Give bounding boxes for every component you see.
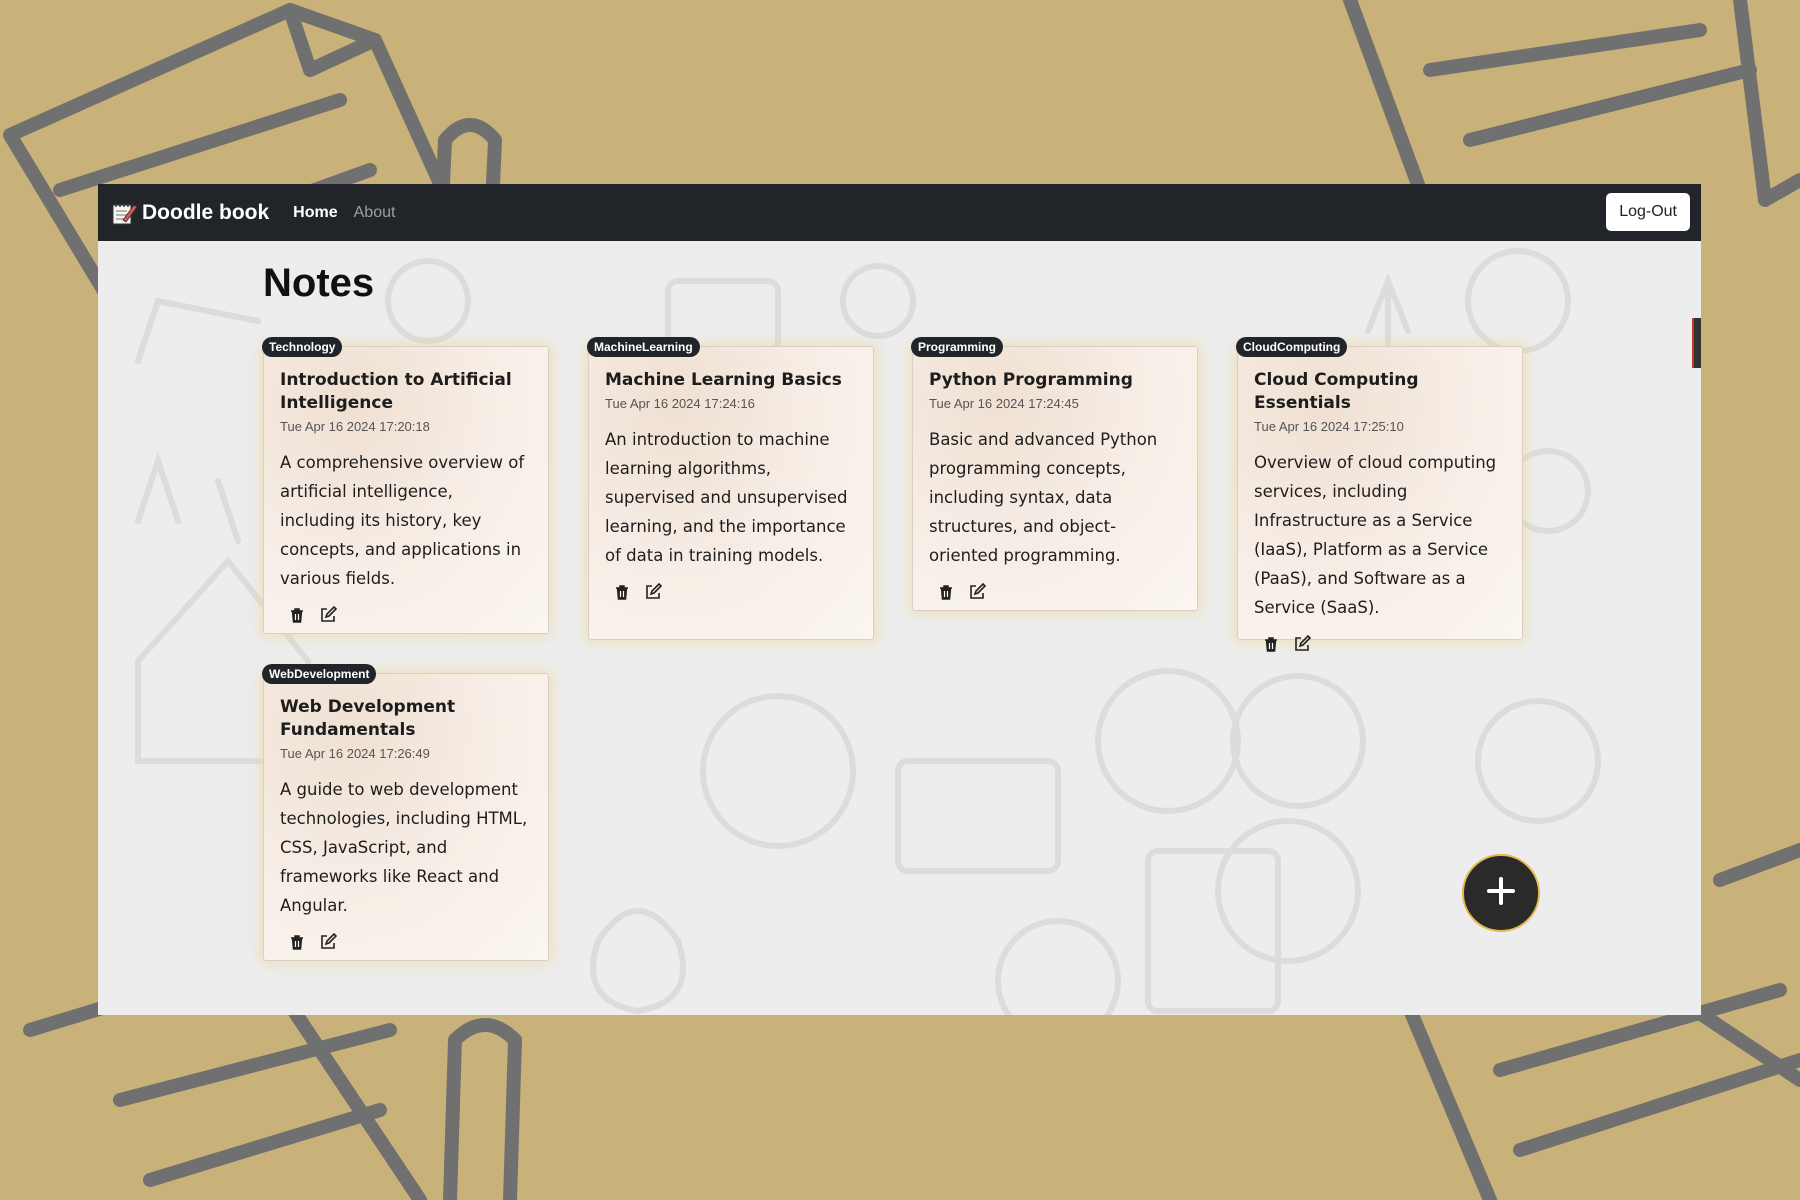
nav-link-home[interactable]: Home <box>293 204 337 222</box>
notebook-pencil-icon <box>110 200 138 226</box>
note-date: Tue Apr 16 2024 17:24:16 <box>605 396 755 411</box>
note-description: A comprehensive overview of artificial i… <box>280 453 525 588</box>
add-note-button[interactable] <box>1462 854 1540 932</box>
trash-icon[interactable] <box>1261 634 1281 654</box>
edit-icon[interactable] <box>1292 634 1312 654</box>
note-title: Machine Learning Basics <box>605 370 842 390</box>
trash-icon[interactable] <box>612 582 632 602</box>
note-actions <box>1254 634 1506 654</box>
note-description: An introduction to machine learning algo… <box>605 430 848 565</box>
side-feedback-tab[interactable] <box>1692 318 1701 368</box>
logout-button[interactable]: Log-Out <box>1606 193 1690 231</box>
note-actions <box>280 932 532 952</box>
note-tag-badge: WebDevelopment <box>262 664 377 684</box>
note-card: Technology Introduction to Artificial In… <box>262 337 549 634</box>
note-tag-badge: MachineLearning <box>587 337 700 357</box>
note-actions <box>929 582 1181 602</box>
edit-icon[interactable] <box>318 932 338 952</box>
note-card: Programming Python Programming Tue Apr 1… <box>911 337 1198 611</box>
top-navbar: Doodle book Home About Log-Out <box>98 184 1701 241</box>
note-actions <box>280 605 532 625</box>
edit-icon[interactable] <box>967 582 987 602</box>
brand-title: Doodle book <box>142 200 270 224</box>
note-description: A guide to web development technologies,… <box>280 780 528 915</box>
trash-icon[interactable] <box>936 582 956 602</box>
edit-icon[interactable] <box>643 582 663 602</box>
note-date: Tue Apr 16 2024 17:20:18 <box>280 419 430 434</box>
note-date: Tue Apr 16 2024 17:24:45 <box>929 396 1079 411</box>
note-description: Basic and advanced Python programming co… <box>929 430 1158 565</box>
note-description: Overview of cloud computing services, in… <box>1254 453 1497 617</box>
note-card: MachineLearning Machine Learning Basics … <box>587 337 874 640</box>
note-title: Cloud Computing Essentials <box>1254 370 1419 413</box>
note-tag-badge: Technology <box>262 337 343 357</box>
note-title: Web Development Fundamentals <box>280 697 456 740</box>
nav-link-about[interactable]: About <box>354 204 396 222</box>
app-window: Doodle book Home About Log-Out Notes Tec… <box>98 184 1701 1015</box>
note-card: CloudComputing Cloud Computing Essential… <box>1236 337 1523 652</box>
note-title: Introduction to Artificial Intelligence <box>280 370 512 413</box>
trash-icon[interactable] <box>287 932 307 952</box>
page-title: Notes <box>263 261 375 305</box>
note-title: Python Programming <box>929 370 1133 390</box>
trash-icon[interactable] <box>287 605 307 625</box>
note-tag-badge: Programming <box>911 337 1004 357</box>
note-actions <box>605 582 857 602</box>
edit-icon[interactable] <box>318 605 338 625</box>
plus-icon <box>1486 876 1516 911</box>
note-date: Tue Apr 16 2024 17:25:10 <box>1254 419 1404 434</box>
brand[interactable]: Doodle book <box>110 200 269 226</box>
note-card: WebDevelopment Web Development Fundament… <box>262 664 549 961</box>
note-tag-badge: CloudComputing <box>1236 337 1348 357</box>
note-date: Tue Apr 16 2024 17:26:49 <box>280 746 430 761</box>
